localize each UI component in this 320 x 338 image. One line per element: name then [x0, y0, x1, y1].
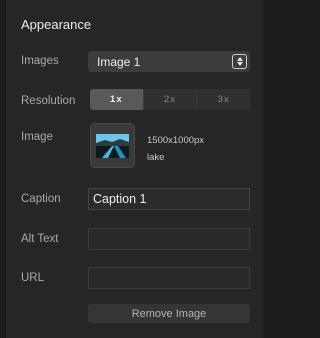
resolution-option-2x[interactable]: 2x: [142, 89, 197, 110]
alt-text-label: Alt Text: [21, 233, 59, 245]
remove-image-button[interactable]: Remove Image: [88, 304, 250, 323]
image-dimensions: 1500x1000px: [147, 135, 205, 146]
lake-photo-icon: [96, 133, 129, 158]
images-select-value: Image 1: [97, 54, 141, 69]
resolution-option-1x[interactable]: 1x: [90, 89, 143, 110]
caption-input[interactable]: [88, 188, 250, 210]
image-label: Image: [21, 131, 53, 143]
section-title: Appearance: [21, 17, 92, 32]
resolution-segmented-control: 1x 2x 3x: [90, 89, 250, 110]
image-name: lake: [147, 152, 165, 163]
select-stepper-icon: [232, 54, 247, 69]
resolution-label: Resolution: [21, 95, 76, 107]
images-label: Images: [21, 55, 59, 67]
caption-label: Caption: [21, 193, 61, 205]
url-input[interactable]: [88, 267, 250, 289]
appearance-panel: Appearance Images Image 1 Resolution 1x …: [5, 0, 263, 338]
url-label: URL: [21, 272, 45, 284]
images-select[interactable]: Image 1: [88, 51, 250, 72]
image-thumbnail[interactable]: [90, 123, 135, 168]
alt-text-input[interactable]: [88, 228, 250, 250]
resolution-option-3x[interactable]: 3x: [196, 89, 250, 110]
